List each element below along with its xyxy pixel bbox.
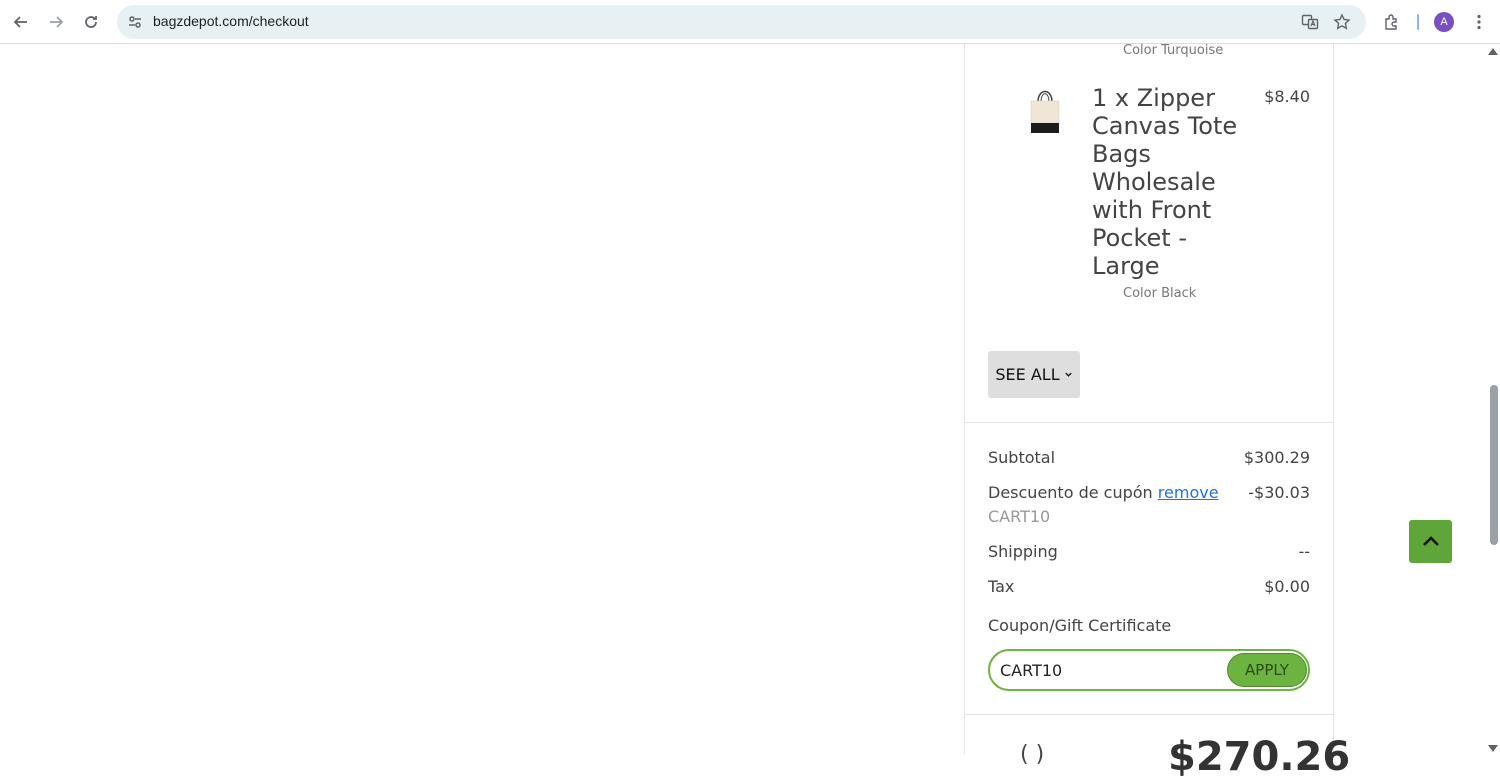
back-button[interactable] bbox=[7, 8, 35, 36]
tax-label: Tax bbox=[988, 577, 1015, 596]
subtotal-value: $300.29 bbox=[1243, 448, 1310, 467]
subtotal-label: Subtotal bbox=[988, 448, 1056, 467]
item-name: 1 x Zipper Canvas Tote Bags Wholesale wi… bbox=[1092, 84, 1238, 280]
total-divider bbox=[965, 714, 1333, 715]
arrow-right-icon bbox=[50, 16, 64, 28]
chevron-down-icon bbox=[1064, 372, 1072, 377]
coupon-section-label: Coupon/Gift Certificate bbox=[988, 616, 1172, 635]
see-all-label: SEE ALL bbox=[995, 365, 1060, 384]
product-thumbnail bbox=[1026, 84, 1064, 136]
forward-button[interactable] bbox=[42, 8, 70, 36]
scrollbar-thumb[interactable] bbox=[1490, 385, 1498, 545]
chevron-up-icon bbox=[1422, 535, 1439, 546]
site-info-icon[interactable] bbox=[125, 12, 145, 32]
coupon-field: APPLY bbox=[988, 649, 1310, 691]
profile-avatar[interactable]: A bbox=[1434, 12, 1454, 32]
reload-button[interactable] bbox=[77, 8, 105, 36]
url-text[interactable]: bagzdepot.com/checkout bbox=[153, 13, 309, 29]
toolbar-divider bbox=[1417, 14, 1419, 30]
previous-item-color: Color Turquoise bbox=[1123, 43, 1224, 58]
browser-toolbar: bagzdepot.com/checkout A bbox=[0, 0, 1500, 44]
extensions-icon[interactable] bbox=[1382, 12, 1402, 32]
more-menu-icon[interactable] bbox=[1469, 12, 1489, 32]
item-price: $8.40 bbox=[1264, 87, 1310, 106]
coupon-input[interactable] bbox=[1000, 659, 1220, 681]
translate-icon[interactable] bbox=[1300, 12, 1320, 32]
order-total: $270.26 bbox=[1168, 734, 1351, 780]
shipping-label: Shipping bbox=[988, 542, 1058, 561]
shipping-value: -- bbox=[1298, 542, 1310, 561]
remove-coupon-link[interactable]: remove bbox=[1158, 483, 1219, 502]
total-label: ( ) bbox=[1020, 742, 1045, 767]
see-all-button[interactable]: SEE ALL bbox=[988, 351, 1080, 398]
item-color: Color Black bbox=[1123, 286, 1197, 301]
summary-divider bbox=[965, 422, 1333, 423]
back-to-top-button[interactable] bbox=[1409, 520, 1452, 563]
address-bar[interactable]: bagzdepot.com/checkout bbox=[117, 5, 1366, 39]
scroll-up-arrow[interactable] bbox=[1488, 48, 1498, 55]
bookmark-star-icon[interactable] bbox=[1332, 12, 1352, 32]
arrow-left-icon bbox=[13, 16, 27, 28]
discount-value: -$30.03 bbox=[1248, 483, 1310, 502]
scroll-down-arrow[interactable] bbox=[1488, 745, 1498, 752]
discount-row: Descuento de cupón remove bbox=[988, 483, 1219, 502]
discount-label: Descuento de cupón bbox=[988, 483, 1153, 502]
apply-coupon-button[interactable]: APPLY bbox=[1227, 653, 1307, 687]
applied-coupon-code: CART10 bbox=[988, 507, 1051, 526]
tax-value: $0.00 bbox=[1264, 577, 1310, 596]
reload-icon bbox=[85, 16, 97, 28]
